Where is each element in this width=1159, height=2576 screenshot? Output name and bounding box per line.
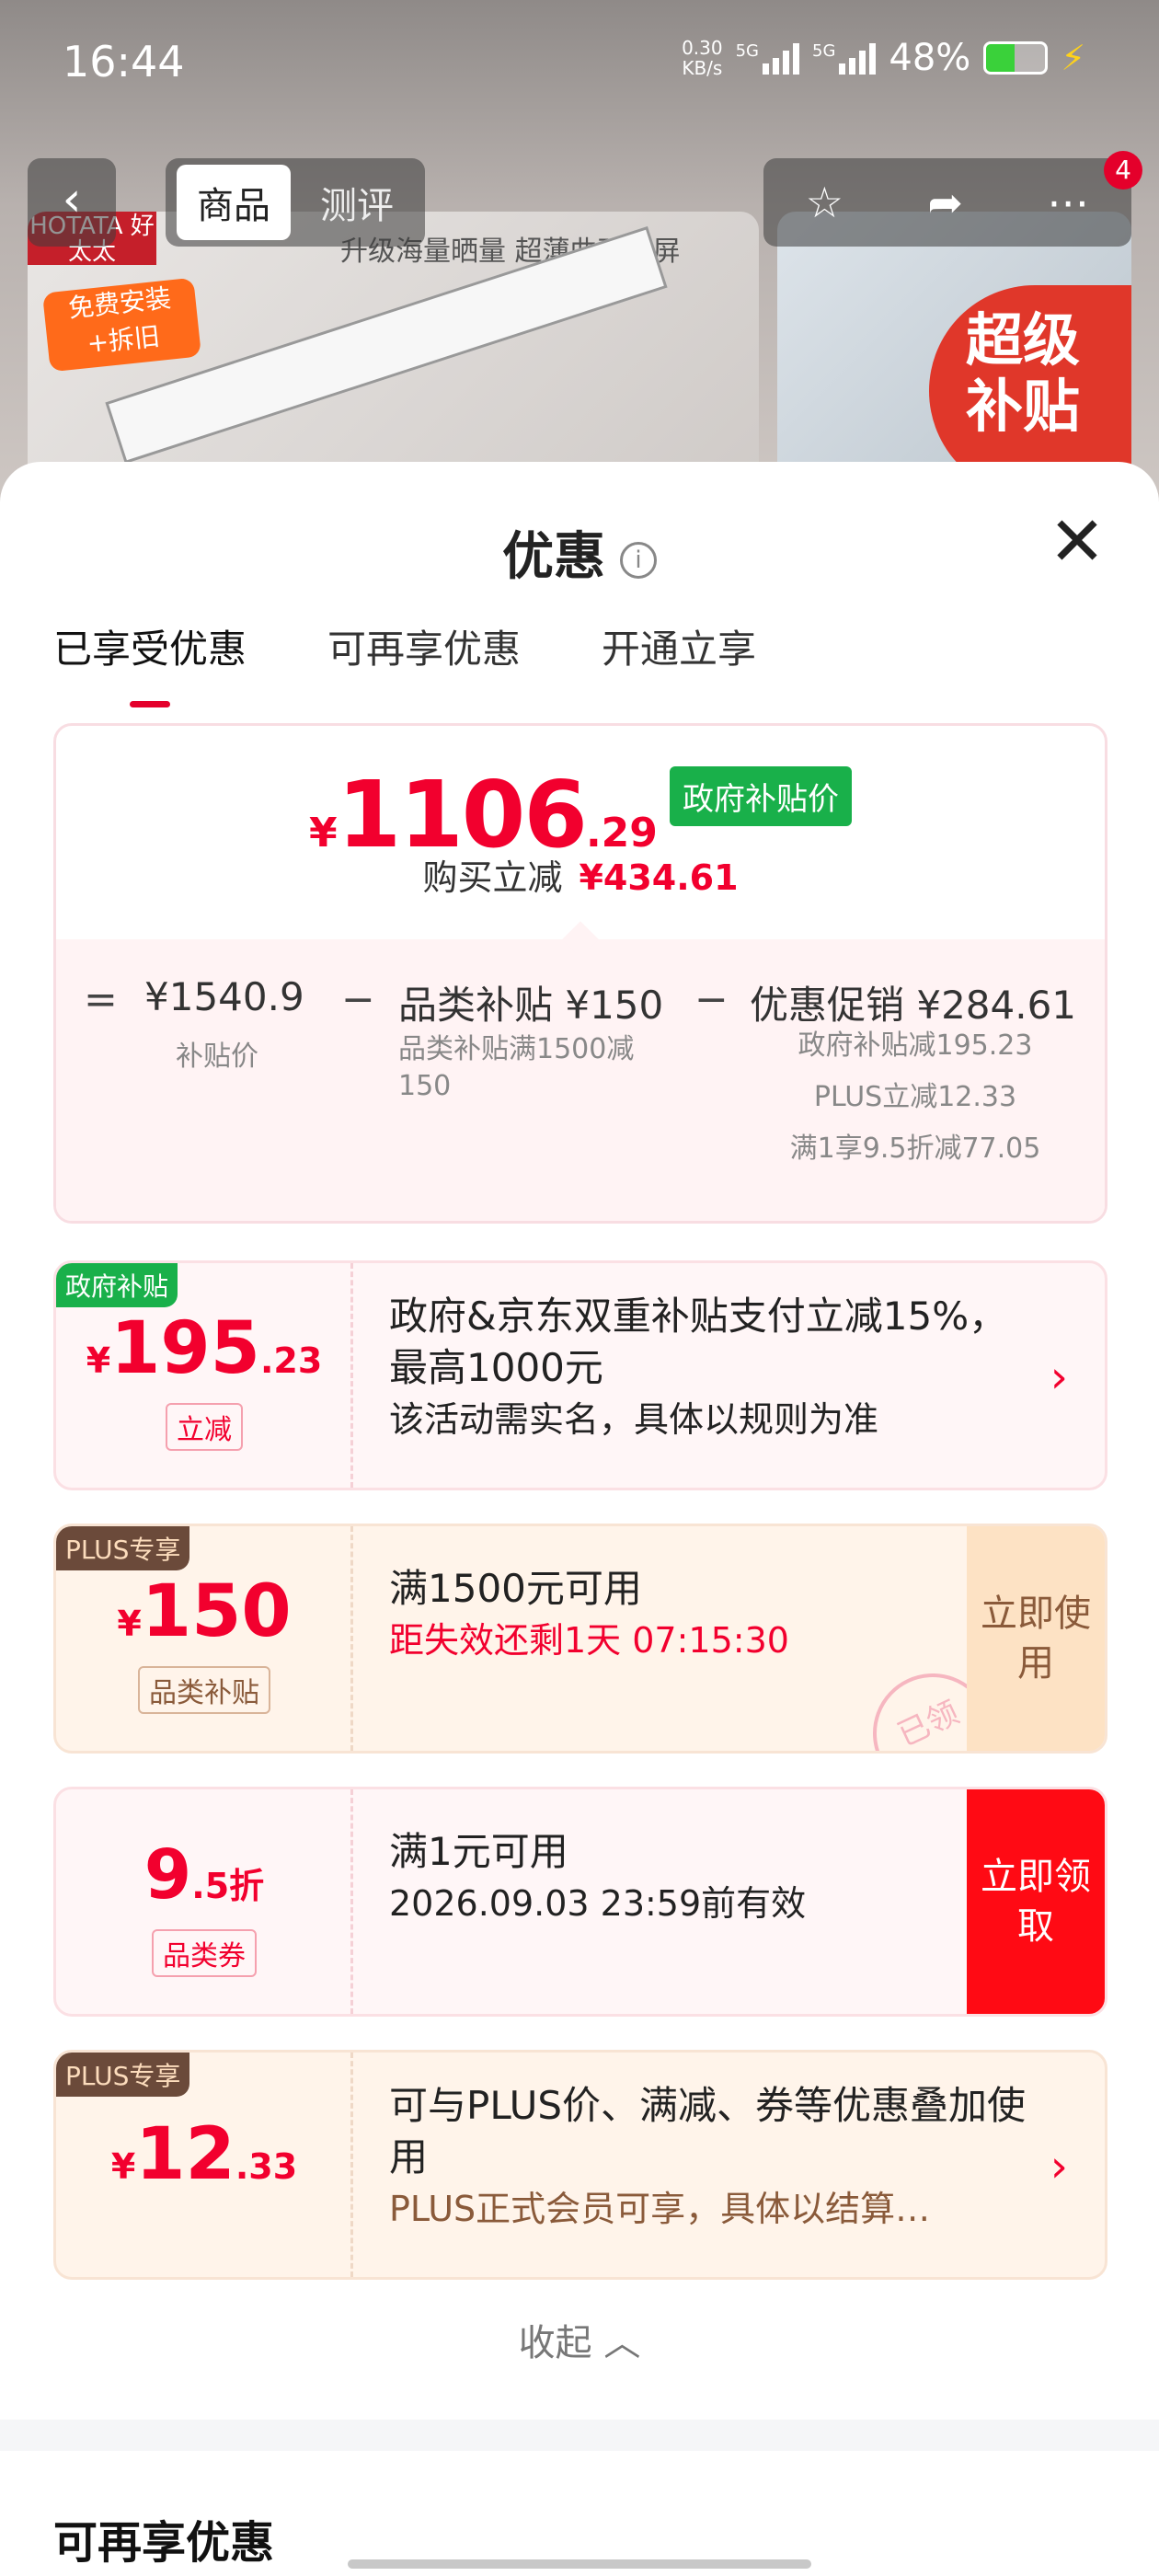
close-button[interactable]: ✕ <box>1049 508 1106 576</box>
charging-icon: ⚡ <box>1061 38 1085 78</box>
gov-subsidy-card[interactable]: 政府补贴 ¥195.23 立减 政府&京东双重补贴支付立减15%，最高1000元… <box>53 1260 1107 1490</box>
close-icon: ✕ <box>1048 502 1106 581</box>
use-now-button[interactable]: 立即使用 <box>967 1526 1105 1751</box>
coupon-amount-area: PLUS专享 ¥12.33 <box>56 2053 352 2277</box>
claim-now-button[interactable]: 立即领取 <box>967 1789 1105 2014</box>
purchase-reduction: 购买立减 ¥434.61 <box>422 857 739 898</box>
coupon-amount: ¥150 <box>117 1570 292 1653</box>
price-breakdown: = ¥1540.9 补贴价 − 品类补贴 ¥150 品类补贴满1500减150 … <box>56 921 1105 1221</box>
network-speed: 0.30 KB/s <box>682 37 723 79</box>
plus-tag: PLUS专享 <box>56 2053 190 2097</box>
tab-product[interactable]: 商品 <box>177 165 291 240</box>
coupon-subtag: 立减 <box>166 1403 243 1451</box>
chevron-right-icon[interactable]: › <box>1050 1351 1068 1403</box>
discount-sheet: 优惠 i ✕ 已享受优惠 可再享优惠 开通立享 ¥1106.29 政府补贴价 购买… <box>0 462 1159 2576</box>
back-button[interactable]: ‹ <box>28 158 116 247</box>
coupon-amount: ¥195.23 <box>86 1307 323 1390</box>
subsidy-price-label: 补贴价 <box>176 1041 258 1073</box>
coupon-amount-area: PLUS专享 ¥150 品类补贴 <box>56 1526 352 1751</box>
favorite-star-icon[interactable]: ☆ <box>806 178 843 227</box>
minus-sign: − <box>341 976 375 1023</box>
top-nav: ‹ 商品 测评 ☆ ➦ ⋯ 4 <box>28 151 1142 247</box>
plus-category-coupon-card: PLUS专享 ¥150 品类补贴 满1500元可用 距失效还剩1天 07:15:… <box>53 1524 1107 1754</box>
back-icon: ‹ <box>62 172 82 227</box>
coupon-subtag: 品类补贴 <box>138 1666 270 1714</box>
signal-icon-2: 5G <box>812 41 877 75</box>
collapse-button[interactable]: 收起 ︿ <box>0 2313 1159 2366</box>
coupon-subtag: 品类券 <box>152 1929 257 1977</box>
promo-details: 政府补贴减195.23 PLUS立减12.33 满1享9.5折减77.05 <box>789 1029 1041 1165</box>
coupon-details: 政府&京东双重补贴支付立减15%，最高1000元 该活动需实名，具体以规则为准 <box>389 1294 1008 1440</box>
category-subsidy-desc: 品类补贴满1500减150 <box>398 1033 635 1102</box>
more-icon[interactable]: ⋯ <box>1047 178 1089 227</box>
tab-review[interactable]: 测评 <box>300 165 414 240</box>
coupon-amount: ¥12.33 <box>110 2113 298 2196</box>
info-icon[interactable]: i <box>620 541 657 579</box>
status-time: 16:44 <box>63 37 185 86</box>
status-icons: 0.30 KB/s 5G 5G 48% ⚡ <box>682 37 1085 79</box>
category-discount-coupon-card: 9.5折 品类券 满1元可用 2026.09.03 23:59前有效 立即领取 <box>53 1787 1107 2017</box>
section-divider <box>0 2420 1159 2451</box>
chevron-right-icon[interactable]: › <box>1050 2141 1068 2192</box>
battery-percent: 48% <box>889 37 971 79</box>
category-subsidy: 品类补贴 ¥150 <box>398 983 664 1028</box>
coupon-details: 满1500元可用 距失效还剩1天 07:15:30 <box>389 1566 789 1661</box>
message-badge: 4 <box>1104 151 1142 190</box>
coupon-tag: 政府补贴 <box>56 1263 178 1307</box>
subsidy-price: ¥1540.9 <box>144 974 304 1019</box>
coupon-details: 满1元可用 2026.09.03 23:59前有效 <box>389 1829 807 1924</box>
section-more-discounts-title: 可再享优惠 <box>53 2517 275 2569</box>
gov-price-tag: 政府补贴价 <box>670 766 852 826</box>
plus-discount-card[interactable]: PLUS专享 ¥12.33 可与PLUS价、满减、券等优惠叠加使用 PLUS正式… <box>53 2050 1107 2280</box>
home-indicator[interactable] <box>348 2559 811 2569</box>
nav-tabs: 商品 测评 <box>166 158 425 247</box>
plus-tag: PLUS专享 <box>56 1526 190 1570</box>
coupon-amount-area: 政府补贴 ¥195.23 立减 <box>56 1263 352 1488</box>
sheet-title: 优惠 i <box>0 515 1159 590</box>
minus-sign-2: − <box>694 976 729 1023</box>
coupon-details: 可与PLUS价、满减、券等优惠叠加使用 PLUS正式会员可享，具体以结算… <box>389 2083 1027 2229</box>
coupon-discount: 9.5折 <box>143 1835 265 1915</box>
price-summary: ¥1106.29 政府补贴价 购买立减 ¥434.61 = ¥1540.9 补贴价… <box>53 723 1107 1224</box>
equals-sign: = <box>84 976 118 1023</box>
battery-icon <box>983 41 1049 75</box>
nav-actions: ☆ ➦ ⋯ 4 <box>763 151 1142 247</box>
coupon-amount-area: 9.5折 品类券 <box>56 1789 352 2014</box>
tab-enjoyed[interactable]: 已享受优惠 <box>53 618 247 707</box>
install-badge: 免费安装 +拆旧 <box>41 277 202 373</box>
tab-more-available[interactable]: 可再享优惠 <box>327 618 521 674</box>
tab-activate[interactable]: 开通立享 <box>602 618 756 674</box>
chevron-up-icon: ︿ <box>603 2322 641 2364</box>
discount-tabs: 已享受优惠 可再享优惠 开通立享 <box>53 618 756 707</box>
signal-icon: 5G <box>736 41 799 75</box>
status-bar: 16:44 0.30 KB/s 5G 5G 48% ⚡ <box>0 0 1159 129</box>
share-icon[interactable]: ➦ <box>927 178 963 227</box>
